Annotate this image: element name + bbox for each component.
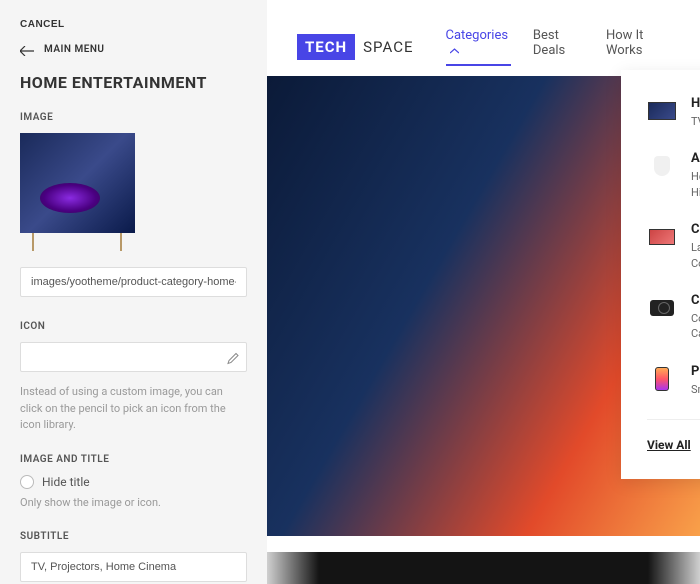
camera-icon [647, 293, 677, 323]
subtitle-input[interactable] [20, 552, 247, 582]
dropdown-divider [647, 419, 700, 420]
subtitle-label: SUBTITLE [20, 531, 247, 542]
nav-links: Categories Best Deals How It Works [446, 28, 671, 66]
image-path-input[interactable] [20, 267, 247, 297]
topbar: TECH SPACE Categories Best Deals How It … [267, 0, 700, 80]
headphones-icon [647, 151, 677, 181]
dropdown-subtitle: TV, Projectors, Home Cinema [691, 114, 700, 129]
image-field-group: IMAGE [20, 112, 247, 303]
dropdown-subtitle: Headphones, Portable Speakers, Hi-Fi Sys… [691, 169, 700, 200]
chevron-up-icon [450, 43, 459, 58]
dropdown-title: Computers [691, 222, 700, 237]
image-label: IMAGE [20, 112, 247, 123]
nav-categories-label: Categories [446, 28, 509, 43]
dropdown-subtitle: Smartphones, Tablets, E-Readers [691, 382, 700, 397]
icon-input[interactable] [20, 342, 247, 372]
phone-icon [647, 364, 677, 394]
categories-dropdown: Home Entertainment TV, Projectors, Home … [621, 70, 700, 479]
subtitle-group: SUBTITLE Enter a subtitle that will be d… [20, 531, 247, 584]
icon-field-group: ICON Instead of using a custom image, yo… [20, 321, 247, 434]
dropdown-title: Cameras [691, 293, 700, 308]
site-preview: TECH SPACE Categories Best Deals How It … [267, 0, 700, 584]
dropdown-item-cameras[interactable]: Cameras Compact Cameras, DSLR Cameras, A… [647, 293, 700, 342]
brand-logo[interactable]: TECH SPACE [297, 34, 422, 60]
hide-title-label: Hide title [42, 475, 90, 489]
icon-label: ICON [20, 321, 247, 332]
dropdown-title: Home Entertainment [691, 96, 700, 111]
view-all-link[interactable]: View All [647, 438, 691, 452]
nav-categories[interactable]: Categories [446, 28, 511, 66]
back-to-main-menu[interactable]: MAIN MENU [20, 44, 247, 55]
brand-tech: TECH [297, 34, 355, 60]
nav-how-it-works[interactable]: How It Works [606, 28, 670, 66]
image-and-title-label: IMAGE AND TITLE [20, 454, 247, 465]
dropdown-subtitle: Compact Cameras, DSLR Cameras, Action Ca… [691, 311, 700, 342]
pencil-icon[interactable] [227, 353, 239, 368]
dropdown-title: Audio & Music [691, 151, 700, 166]
editor-sidebar: CANCEL MAIN MENU HOME ENTERTAINMENT IMAG… [0, 0, 267, 584]
dropdown-item-phones-tablets[interactable]: Phones & Tablets Smartphones, Tablets, E… [647, 364, 700, 397]
dropdown-title: Phones & Tablets [691, 364, 700, 379]
tv-icon [647, 96, 677, 126]
nav-best-deals[interactable]: Best Deals [533, 28, 584, 66]
dropdown-item-home-entertainment[interactable]: Home Entertainment TV, Projectors, Home … [647, 96, 700, 129]
hide-title-radio[interactable]: Hide title [20, 475, 247, 489]
dropdown-subtitle: Laptops, Monitors, All-in-One Computers [691, 240, 700, 271]
monitor-icon [647, 222, 677, 252]
brand-space: SPACE [355, 34, 421, 60]
main-menu-label: MAIN MENU [44, 44, 104, 55]
hero-bottom-strip [267, 546, 700, 584]
dropdown-item-computers[interactable]: Computers Laptops, Monitors, All-in-One … [647, 222, 700, 271]
page-title: HOME ENTERTAINMENT [20, 73, 247, 92]
image-and-title-group: IMAGE AND TITLE Hide title Only show the… [20, 454, 247, 512]
cancel-button[interactable]: CANCEL [20, 19, 65, 30]
hide-title-help: Only show the image or icon. [20, 495, 247, 512]
icon-help-text: Instead of using a custom image, you can… [20, 384, 247, 434]
radio-icon [20, 475, 34, 489]
dropdown-item-audio-music[interactable]: Audio & Music Headphones, Portable Speak… [647, 151, 700, 200]
arrow-left-icon [20, 45, 34, 55]
image-preview[interactable] [20, 133, 135, 233]
